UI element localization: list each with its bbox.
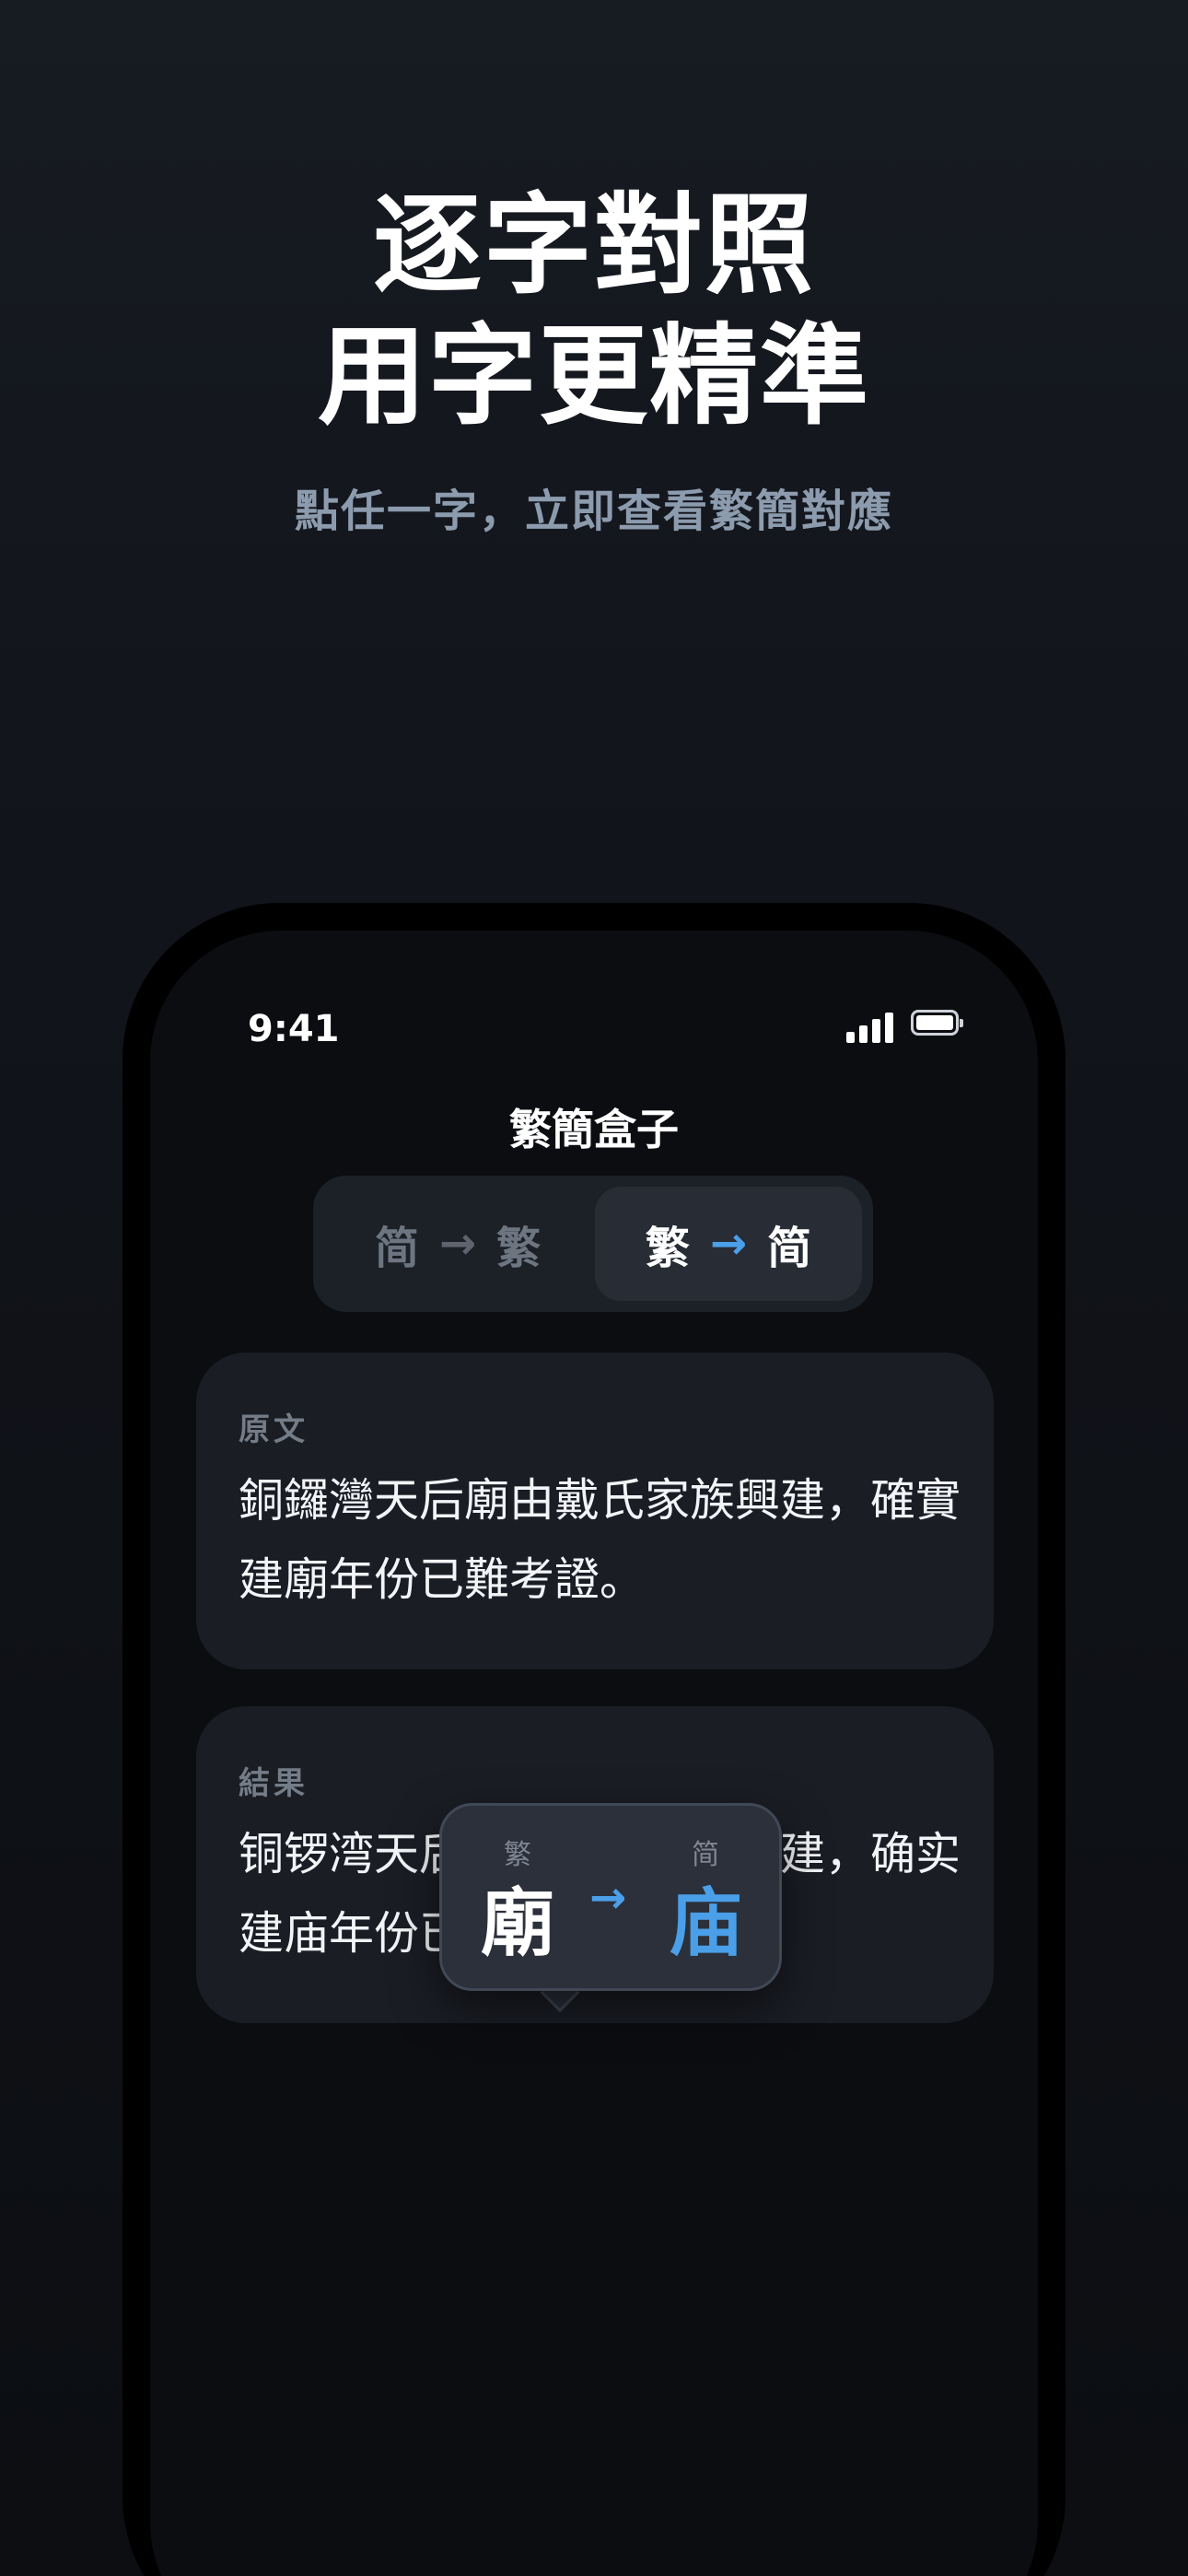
- popover-to-char: 庙: [669, 1880, 742, 1966]
- source-text[interactable]: 銅鑼灣天后廟由戴氏家族興建，確實建廟年份已難考證。: [239, 1461, 966, 1620]
- promo-subhead: 點任一字，立即查看繁簡對應: [294, 486, 893, 537]
- popover-from-label: 繁: [504, 1839, 531, 1871]
- source-text-card[interactable]: 原文 銅鑼灣天后廟由戴氏家族興建，確實建廟年份已難考證。: [196, 1352, 994, 1669]
- mode-a-from: 简: [374, 1223, 419, 1274]
- popover-to-label: 简: [692, 1839, 719, 1871]
- app-title: 繁簡盒子: [509, 1105, 679, 1154]
- promo-headline-line2: 用字更精準: [317, 312, 870, 439]
- popover-traditional: 繁 廟: [462, 1837, 573, 1970]
- arrow-right-icon: →: [589, 1872, 627, 1924]
- source-label: 原文: [239, 1411, 309, 1448]
- conversion-mode-switch: 简 → 繁 繁 → 简: [313, 1176, 873, 1312]
- promo-headline-line1: 逐字對照: [372, 181, 815, 309]
- mode-b-from: 繁: [645, 1223, 690, 1274]
- mode-simplified-to-traditional[interactable]: 简 → 繁: [324, 1187, 591, 1301]
- result-label: 結果: [239, 1765, 309, 1802]
- mode-a-to: 繁: [496, 1223, 542, 1274]
- status-time: 9:41: [248, 1008, 340, 1050]
- mode-traditional-to-simplified[interactable]: 繁 → 简: [595, 1187, 862, 1301]
- character-mapping-popover[interactable]: 繁 廟 → 简 庙: [439, 1803, 782, 1991]
- popover-simplified: 简 庙: [650, 1837, 761, 1970]
- mode-b-to: 简: [767, 1223, 812, 1274]
- phone-screen: 9:41 繁簡盒子 简 → 繁 繁 → 简 原文 銅鑼灣天后廟由戴氏家族興建，確…: [150, 931, 1038, 2576]
- promo-headline: 逐字對照 用字更精準: [0, 180, 1188, 441]
- arrow-right-icon: →: [709, 1218, 748, 1270]
- battery-icon: [911, 1010, 963, 1036]
- arrow-right-icon: →: [438, 1218, 477, 1270]
- popover-from-char: 廟: [481, 1880, 554, 1966]
- phone-frame: 9:41 繁簡盒子 简 → 繁 繁 → 简 原文 銅鑼灣天后廟由戴氏家族興建，確…: [122, 903, 1066, 2576]
- cellular-signal-icon: [846, 1010, 898, 1043]
